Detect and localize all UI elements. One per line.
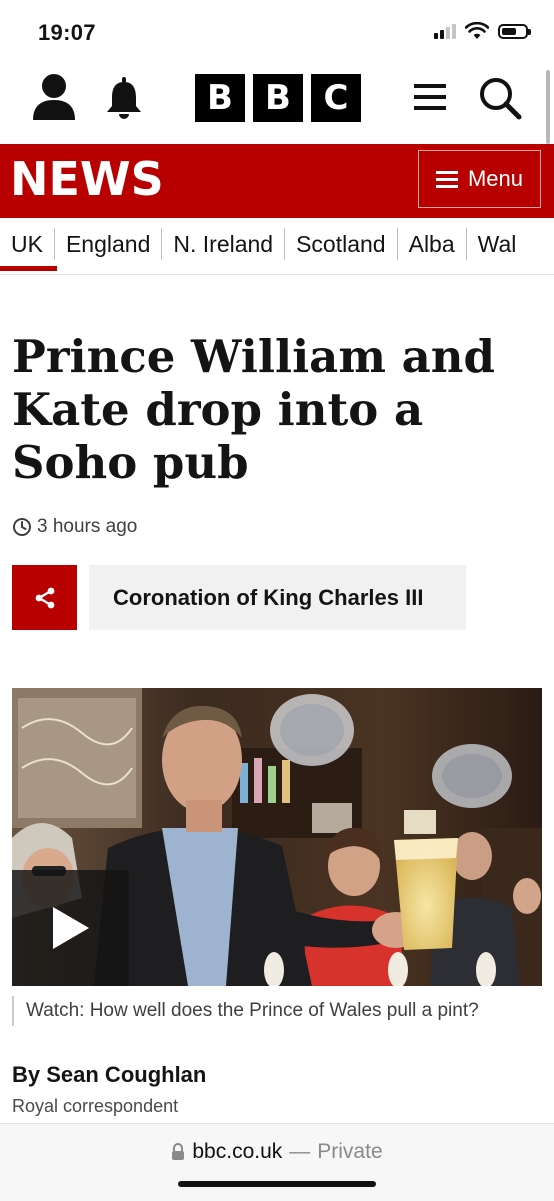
menu-button[interactable]: Menu bbox=[418, 150, 541, 208]
bbc-header: B B C bbox=[0, 64, 554, 144]
url-separator: — bbox=[289, 1140, 311, 1163]
bbc-logo-letter: C bbox=[311, 74, 361, 122]
video-player[interactable] bbox=[12, 688, 542, 986]
news-bar: NEWS Menu bbox=[0, 144, 554, 218]
region-item-alba[interactable]: Alba bbox=[396, 228, 466, 260]
url-domain: bbc.co.uk bbox=[192, 1140, 283, 1163]
menu-icon bbox=[435, 167, 458, 192]
region-nav: UK England N. Ireland Scotland Alba Wal bbox=[0, 218, 554, 275]
search-icon[interactable] bbox=[478, 76, 522, 120]
region-item-scotland[interactable]: Scotland bbox=[284, 228, 397, 260]
status-icons bbox=[434, 22, 531, 40]
article-timestamp: 3 hours ago bbox=[12, 516, 137, 538]
bell-icon[interactable] bbox=[104, 76, 144, 120]
bbc-logo-letter: B bbox=[253, 74, 303, 122]
status-time: 19:07 bbox=[38, 20, 96, 45]
timestamp-text: 3 hours ago bbox=[37, 516, 138, 537]
region-item-england[interactable]: England bbox=[53, 228, 161, 260]
region-item-uk[interactable]: UK bbox=[10, 228, 54, 260]
video-caption: Watch: How well does the Prince of Wales… bbox=[12, 996, 479, 1026]
share-icon bbox=[35, 587, 54, 608]
author-role: Royal correspondent bbox=[12, 1096, 179, 1116]
url-display[interactable]: bbc.co.uk — Private bbox=[0, 1140, 554, 1164]
region-item-wales[interactable]: Wal bbox=[465, 228, 528, 260]
status-bar: 19:07 bbox=[0, 0, 554, 64]
author-name: By Sean Coughlan bbox=[12, 1062, 207, 1087]
topic-tag[interactable]: Coronation of King Charles III bbox=[89, 565, 466, 630]
cellular-signal-icon bbox=[434, 23, 456, 39]
news-logo[interactable]: NEWS bbox=[10, 152, 164, 206]
bbc-logo-letter: B bbox=[195, 74, 245, 122]
home-indicator[interactable] bbox=[178, 1181, 376, 1187]
account-icon[interactable] bbox=[31, 72, 77, 120]
browsing-mode: Private bbox=[317, 1140, 383, 1163]
article-headline: Prince William and Kate drop into a Soho… bbox=[12, 330, 495, 489]
region-item-n-ireland[interactable]: N. Ireland bbox=[161, 228, 284, 260]
lock-icon bbox=[172, 1143, 185, 1160]
clock-icon bbox=[13, 518, 31, 536]
scrollbar[interactable] bbox=[546, 70, 550, 144]
play-icon bbox=[52, 907, 89, 949]
bbc-logo[interactable]: B B C bbox=[195, 74, 361, 122]
wifi-icon bbox=[465, 22, 489, 39]
browser-address-bar[interactable]: bbc.co.uk — Private bbox=[0, 1123, 554, 1201]
active-region-indicator bbox=[0, 266, 57, 271]
share-button[interactable] bbox=[12, 565, 77, 630]
play-button[interactable] bbox=[12, 870, 129, 986]
battery-icon bbox=[498, 23, 531, 39]
menu-label: Menu bbox=[467, 166, 524, 191]
hamburger-icon[interactable] bbox=[414, 84, 446, 114]
